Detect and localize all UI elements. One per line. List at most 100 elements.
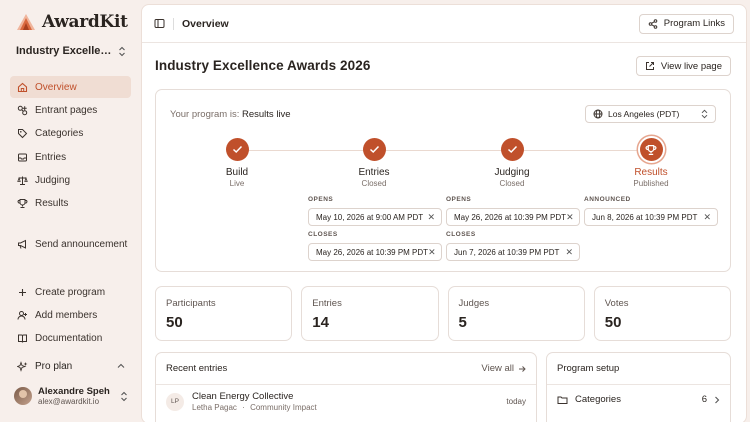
nav-item-entries[interactable]: Entries bbox=[10, 146, 131, 168]
megaphone-icon bbox=[17, 239, 28, 250]
avatar bbox=[14, 387, 32, 405]
sidebar: AwardKit Industry Excellence Awards 2026… bbox=[0, 0, 140, 422]
documentation-link[interactable]: Documentation bbox=[10, 328, 131, 350]
program-selector-label: Industry Excellence Awards 2026 bbox=[16, 45, 112, 57]
folder-icon bbox=[557, 395, 568, 405]
step-label: Results bbox=[634, 167, 668, 178]
step-judging: Judging Closed bbox=[472, 138, 552, 188]
nav-item-categories[interactable]: Categories bbox=[10, 123, 131, 145]
setup-row-label: Categories bbox=[575, 394, 621, 405]
results-announced-field[interactable]: Jun 8, 2026 at 10:39 PM PDT ✕ bbox=[584, 208, 718, 226]
program-setup-title: Program setup bbox=[547, 353, 730, 385]
recent-entries-card: Recent entries View all LP Clean Energy … bbox=[155, 352, 537, 422]
tags-icon bbox=[17, 128, 28, 139]
program-links-label: Program Links bbox=[663, 18, 725, 29]
step-entries: Entries Closed bbox=[334, 138, 414, 188]
step-results: Results Published bbox=[611, 138, 691, 188]
nav-item-label: Entries bbox=[35, 151, 67, 163]
breadcrumb: Overview bbox=[182, 17, 229, 30]
stat-card-judges[interactable]: Judges 5 bbox=[447, 286, 585, 341]
entry-avatar: LP bbox=[166, 392, 184, 411]
link-icon bbox=[17, 105, 28, 116]
date-label: OPENS bbox=[308, 196, 334, 203]
user-plus-icon bbox=[17, 310, 28, 321]
program-setup-card: Program setup Categories 6 bbox=[546, 352, 731, 422]
sparkles-icon bbox=[17, 360, 28, 372]
clear-icon[interactable]: ✕ bbox=[703, 212, 711, 223]
sidebar-toggle-icon[interactable] bbox=[154, 18, 165, 29]
recent-entries-title: Recent entries bbox=[166, 363, 228, 374]
judging-closes-field[interactable]: Jun 7, 2026 at 10:39 PM PDT ✕ bbox=[446, 243, 580, 261]
step-status: Closed bbox=[361, 179, 387, 188]
add-members-button[interactable]: Add members bbox=[10, 304, 131, 326]
stat-card-entries[interactable]: Entries 14 bbox=[301, 286, 439, 341]
check-icon bbox=[362, 138, 386, 161]
trophy-icon bbox=[17, 198, 28, 209]
stat-card-votes[interactable]: Votes 50 bbox=[593, 286, 731, 341]
entry-category: Community Impact bbox=[250, 403, 317, 412]
judging-closes-group: CLOSES Jun 7, 2026 at 10:39 PM PDT ✕ bbox=[446, 231, 580, 261]
clear-icon[interactable]: ✕ bbox=[565, 247, 573, 258]
chevron-up-down-icon bbox=[701, 109, 708, 119]
create-program-button[interactable]: Create program bbox=[10, 281, 131, 303]
stat-label: Participants bbox=[166, 298, 216, 309]
main-nav: Overview Entrant pages Categories Entrie… bbox=[10, 76, 131, 216]
plan-toggle[interactable]: Pro plan bbox=[10, 356, 131, 376]
step-label: Entries bbox=[358, 167, 390, 178]
step-status: Published bbox=[633, 179, 669, 188]
program-selector[interactable]: Industry Excellence Awards 2026 bbox=[16, 45, 126, 57]
date-value: May 26, 2026 at 10:39 PM PDT bbox=[454, 212, 567, 222]
documentation-label: Documentation bbox=[35, 333, 103, 345]
check-icon bbox=[500, 138, 524, 161]
setup-row-count: 6 bbox=[701, 394, 707, 405]
nav-item-results[interactable]: Results bbox=[10, 193, 131, 215]
page-title: Industry Excellence Awards 2026 bbox=[155, 58, 371, 73]
entries-opens-field[interactable]: May 10, 2026 at 9:00 AM PDT ✕ bbox=[308, 208, 442, 226]
view-all-link[interactable]: View all bbox=[481, 363, 526, 374]
steps-connector bbox=[236, 150, 646, 151]
nav-item-label: Results bbox=[35, 198, 69, 210]
date-label: CLOSES bbox=[446, 231, 476, 238]
trophy-icon bbox=[639, 138, 663, 161]
app-logo[interactable]: AwardKit bbox=[16, 12, 128, 32]
send-announcement-button[interactable]: Send announcement bbox=[10, 233, 131, 255]
user-name: Alexandre Spehler bbox=[38, 386, 110, 397]
check-icon bbox=[225, 138, 249, 161]
list-item[interactable]: LP Clean Energy Collective Letha Pagac ·… bbox=[156, 385, 536, 418]
awardkit-logo-icon bbox=[16, 13, 36, 31]
judging-opens-field[interactable]: May 26, 2026 at 10:39 PM PDT ✕ bbox=[446, 208, 580, 226]
nav-item-label: Overview bbox=[35, 81, 77, 93]
results-announced-group: ANNOUNCED Jun 8, 2026 at 10:39 PM PDT ✕ bbox=[584, 196, 718, 226]
date-value: May 26, 2026 at 10:39 PM PDT bbox=[316, 247, 429, 257]
clear-icon[interactable]: ✕ bbox=[427, 212, 435, 223]
app-name: AwardKit bbox=[42, 12, 128, 32]
nav-item-entrant-pages[interactable]: Entrant pages bbox=[10, 99, 131, 121]
top-bar: Overview Program Links bbox=[142, 5, 746, 43]
step-label: Judging bbox=[494, 167, 530, 178]
view-live-label: View live page bbox=[660, 60, 722, 72]
recent-entries-header: Recent entries View all bbox=[156, 353, 536, 385]
main-panel: Overview Program Links Industry Excellen… bbox=[141, 4, 747, 422]
home-icon bbox=[17, 82, 28, 93]
step-status: Live bbox=[229, 179, 245, 188]
clear-icon[interactable]: ✕ bbox=[428, 247, 436, 258]
clear-icon[interactable]: ✕ bbox=[566, 212, 574, 223]
stat-card-participants[interactable]: Participants 50 bbox=[155, 286, 293, 341]
program-links-button[interactable]: Program Links bbox=[638, 13, 734, 34]
view-live-page-button[interactable]: View live page bbox=[635, 56, 731, 76]
nav-item-label: Entrant pages bbox=[35, 104, 98, 116]
nav-item-overview[interactable]: Overview bbox=[10, 76, 131, 98]
share-icon bbox=[648, 18, 658, 29]
book-icon bbox=[17, 333, 28, 344]
date-label: ANNOUNCED bbox=[584, 196, 631, 203]
nav-item-judging[interactable]: Judging bbox=[10, 170, 131, 192]
stat-value: 50 bbox=[604, 314, 622, 331]
secondary-nav: Create program Add members Documentation bbox=[10, 281, 131, 351]
entries-closes-field[interactable]: May 26, 2026 at 10:39 PM PDT ✕ bbox=[308, 243, 442, 261]
user-menu[interactable]: Alexandre Spehler alex@awardkit.io bbox=[14, 386, 128, 406]
globe-icon bbox=[593, 109, 603, 119]
timezone-select[interactable]: Los Angeles (PDT) bbox=[585, 105, 716, 123]
add-members-label: Add members bbox=[35, 309, 98, 321]
setup-row-categories[interactable]: Categories 6 bbox=[547, 385, 730, 414]
program-status: Your program is: Results live bbox=[170, 109, 291, 120]
